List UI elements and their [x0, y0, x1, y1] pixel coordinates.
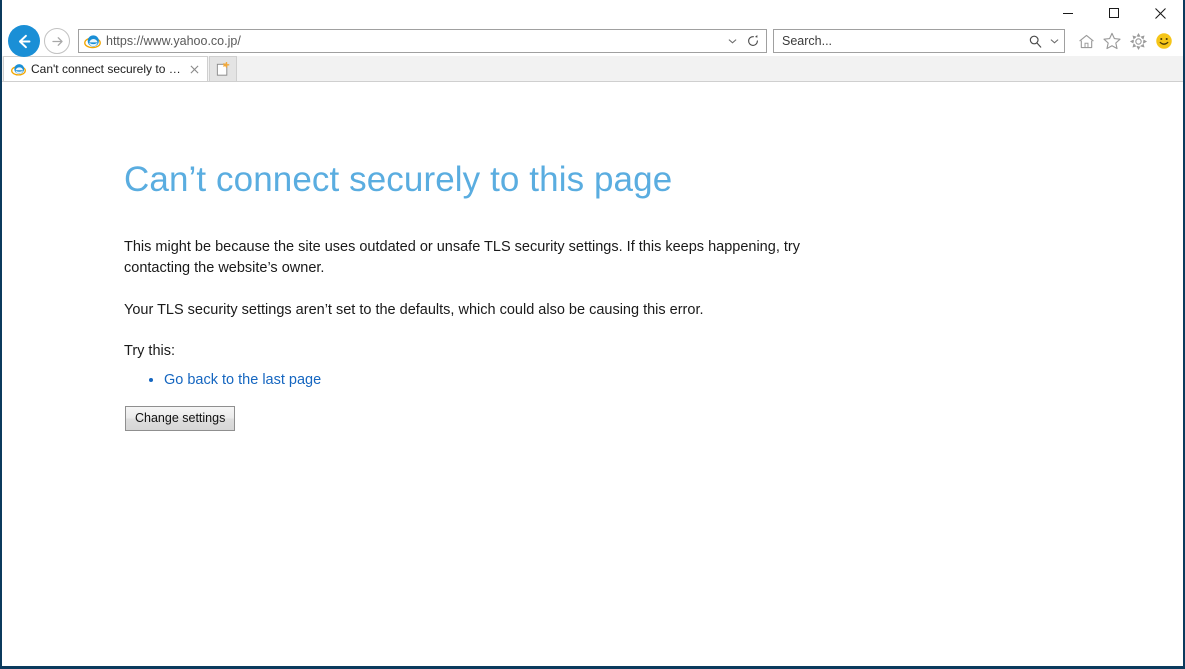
page-title: Can’t connect securely to this page: [124, 161, 884, 200]
error-paragraph-1: This might be because the site uses outd…: [124, 237, 819, 280]
suggestion-list: Go back to the last page: [124, 369, 884, 392]
address-url-text: https://www.yahoo.co.jp/: [106, 34, 722, 48]
browser-window: https://www.yahoo.co.jp/: [0, 0, 1185, 669]
maximize-button[interactable]: [1091, 0, 1137, 26]
error-page: Can’t connect securely to this page This…: [2, 82, 884, 431]
maximize-icon: [1108, 7, 1120, 19]
tab-strip: Can't connect securely to t...: [2, 56, 1183, 82]
feedback-smiley-icon[interactable]: [1151, 28, 1177, 54]
error-paragraph-2: Your TLS security settings aren’t set to…: [124, 300, 819, 321]
search-icon[interactable]: [1024, 34, 1046, 49]
close-button[interactable]: [1137, 0, 1183, 26]
internet-explorer-icon: [10, 61, 26, 77]
new-tab-button[interactable]: [209, 56, 237, 81]
address-bar[interactable]: https://www.yahoo.co.jp/: [78, 29, 767, 53]
back-button[interactable]: [8, 25, 40, 57]
favorites-star-icon[interactable]: [1099, 28, 1125, 54]
home-icon[interactable]: [1073, 28, 1099, 54]
navigation-bar: https://www.yahoo.co.jp/: [2, 26, 1183, 56]
browser-toolbar-icons: [1073, 28, 1177, 54]
tools-gear-icon[interactable]: [1125, 28, 1151, 54]
search-box[interactable]: [773, 29, 1065, 53]
go-back-link[interactable]: Go back to the last page: [164, 372, 321, 388]
change-settings-button[interactable]: Change settings: [125, 406, 235, 431]
forward-button[interactable]: [44, 28, 70, 54]
search-input[interactable]: [774, 34, 1024, 48]
list-item: Go back to the last page: [164, 369, 884, 392]
title-bar: https://www.yahoo.co.jp/: [2, 0, 1183, 56]
browser-tab[interactable]: Can't connect securely to t...: [3, 56, 208, 81]
internet-explorer-icon: [83, 32, 101, 50]
close-icon: [1154, 7, 1167, 20]
arrow-left-icon: [15, 32, 34, 51]
refresh-icon[interactable]: [742, 34, 764, 48]
search-dropdown-icon[interactable]: [1046, 38, 1062, 44]
arrow-right-icon: [50, 34, 65, 49]
new-tab-icon: [215, 61, 232, 78]
close-icon[interactable]: [185, 60, 203, 78]
minimize-icon: [1062, 7, 1074, 19]
page-content: Can’t connect securely to this page This…: [2, 82, 1183, 666]
window-controls: [1045, 0, 1183, 26]
minimize-button[interactable]: [1045, 0, 1091, 26]
chevron-down-icon[interactable]: [722, 38, 742, 44]
tab-title: Can't connect securely to t...: [31, 62, 181, 76]
try-this-label: Try this:: [124, 343, 884, 359]
